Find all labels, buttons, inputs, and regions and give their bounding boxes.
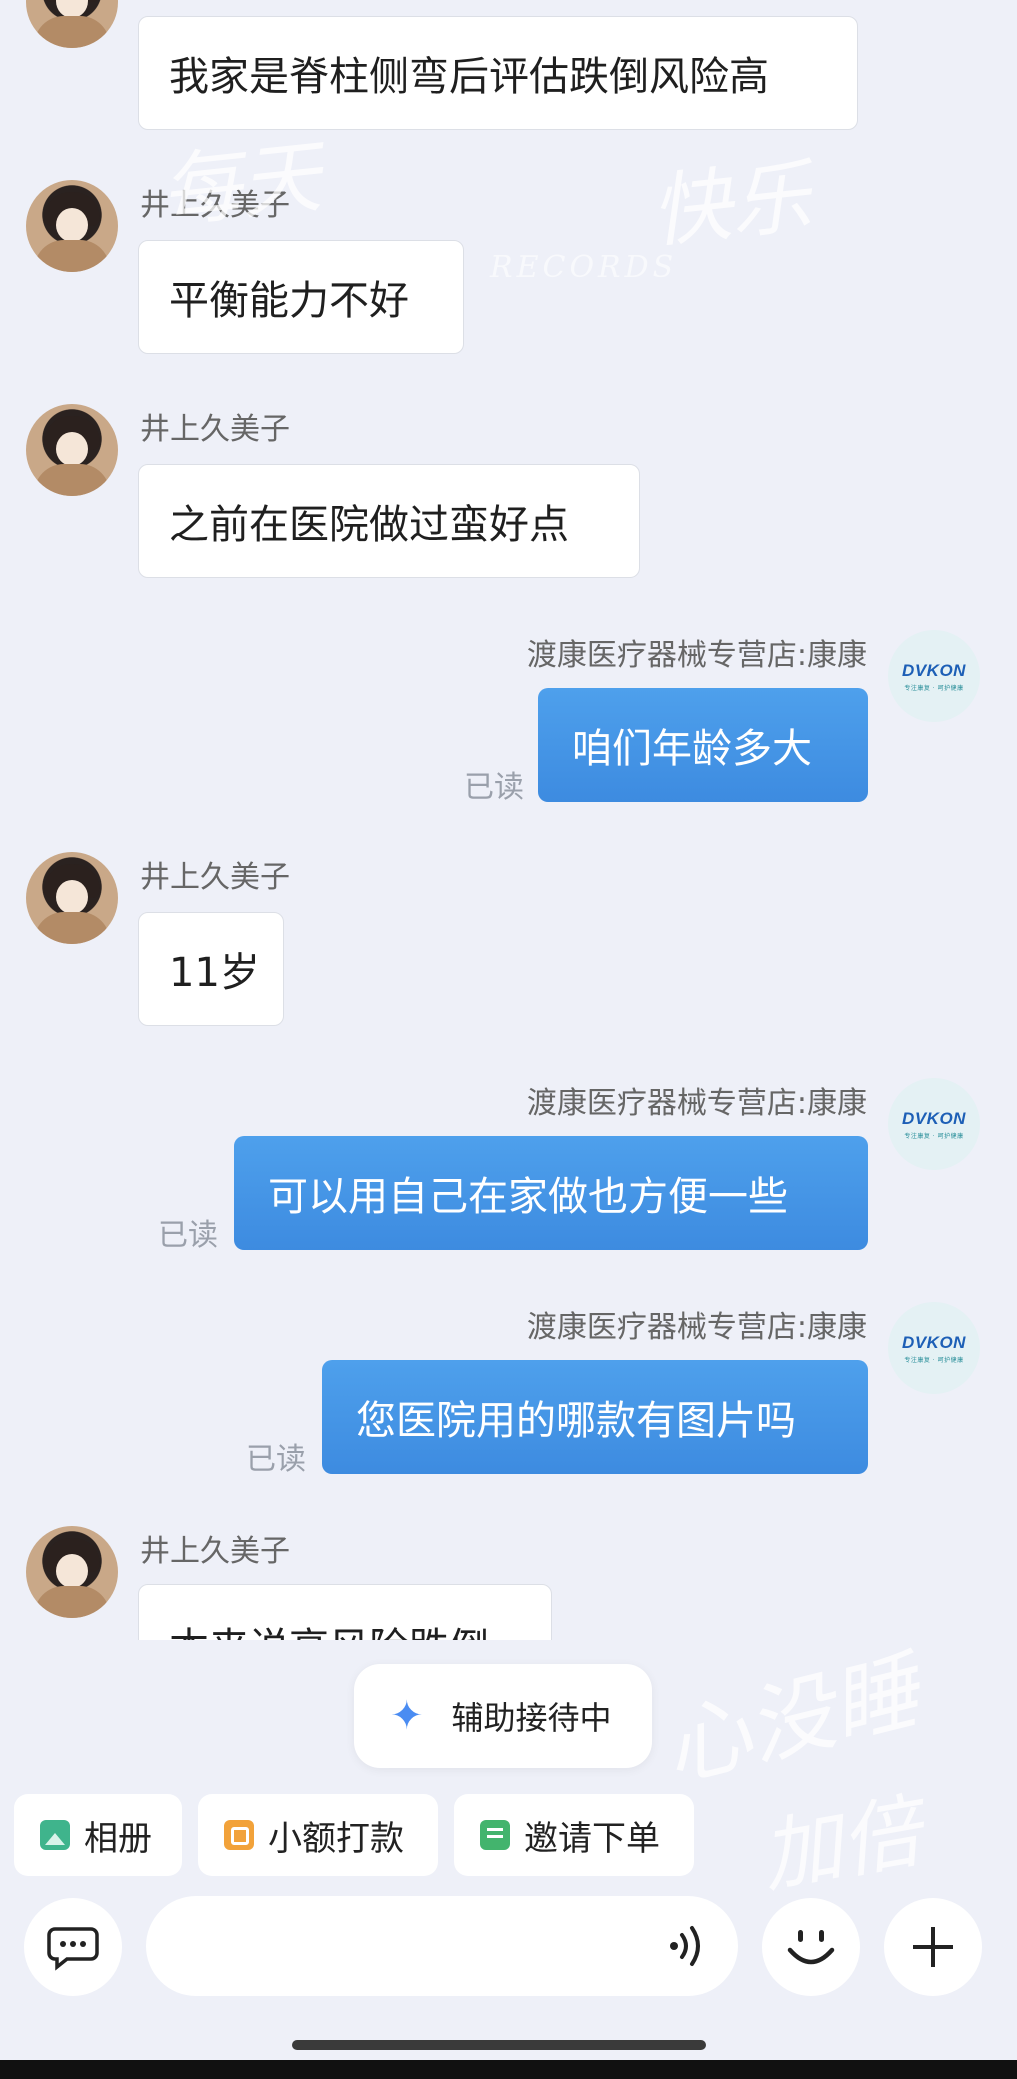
assistant-reception-button[interactable]: ✦ 辅助接待中 <box>354 1664 652 1768</box>
bottom-edge <box>0 2060 1017 2079</box>
read-status: 已读 <box>246 1442 306 1477</box>
message-text: 咱们年龄多大 <box>572 726 812 772</box>
input-bar <box>0 1896 1017 2020</box>
user-avatar[interactable] <box>26 180 118 272</box>
shop-logo: DVKON <box>902 1332 966 1352</box>
message-bubble[interactable]: 可以用自己在家做也方便一些 <box>234 1136 868 1250</box>
shop-logo: DVKON <box>902 660 966 680</box>
sender-name: 渡康医疗器械专营店:康康 <box>526 1086 867 1121</box>
quick-action-label: 邀请下单 <box>524 1818 660 1859</box>
message-text: 之前在医院做过蛮好点 <box>169 502 569 548</box>
message-text: 11岁 <box>169 950 260 996</box>
sender-name: 井上久美子 <box>140 412 290 447</box>
home-indicator[interactable] <box>292 2040 706 2050</box>
watermark: 快乐 <box>646 149 816 260</box>
message-input[interactable] <box>146 1896 738 1996</box>
watermark: RECORDS <box>490 250 678 285</box>
chat-area[interactable]: 我家是脊柱侧弯后评估跌倒风险高 井上久美子 平衡能力不好 井上久美子 之前在医院… <box>0 0 1017 1640</box>
photo-icon <box>40 1820 70 1850</box>
quick-action-invite-order[interactable]: 邀请下单 <box>454 1794 694 1876</box>
message-bubble[interactable]: 咱们年龄多大 <box>538 688 868 802</box>
shop-avatar[interactable]: DVKON 专注康复 · 呵护健康 <box>888 1302 980 1394</box>
sender-name: 渡康医疗器械专营店:康康 <box>526 638 867 673</box>
sender-name: 井上久美子 <box>140 188 290 223</box>
emoji-button[interactable] <box>762 1898 860 1996</box>
plus-button[interactable] <box>884 1898 982 1996</box>
user-avatar[interactable] <box>26 404 118 496</box>
emoji-icon <box>787 1930 835 1965</box>
watermark: 心没睡 <box>653 1641 929 1801</box>
sender-name: 井上久美子 <box>140 860 290 895</box>
message-text: 我家是脊柱侧弯后评估跌倒风险高 <box>169 54 769 100</box>
message-text: 您医院用的哪款有图片吗 <box>356 1398 796 1444</box>
voice-icon[interactable] <box>668 1923 708 1969</box>
chat-mode-button[interactable] <box>24 1898 122 1996</box>
quick-action-album[interactable]: 相册 <box>14 1794 182 1876</box>
shop-logo-sub: 专注康复 · 呵护健康 <box>904 684 964 692</box>
sender-name: 渡康医疗器械专营店:康康 <box>526 1310 867 1345</box>
message-text: 本来说高风险跌倒 <box>169 1615 489 1640</box>
quick-action-label: 相册 <box>84 1818 152 1859</box>
assistant-label: 辅助接待中 <box>451 1699 612 1737</box>
invite-icon <box>480 1820 510 1850</box>
message-text: 平衡能力不好 <box>169 278 409 324</box>
payment-icon <box>224 1820 254 1850</box>
message-text: 可以用自己在家做也方便一些 <box>268 1174 788 1220</box>
shop-logo: DVKON <box>902 1108 966 1128</box>
message-bubble[interactable]: 您医院用的哪款有图片吗 <box>322 1360 868 1474</box>
quick-action-label: 小额打款 <box>268 1818 404 1859</box>
sparkle-icon: ✦ <box>390 1693 424 1739</box>
quick-action-small-payment[interactable]: 小额打款 <box>198 1794 438 1876</box>
shop-avatar[interactable]: DVKON 专注康复 · 呵护健康 <box>888 1078 980 1170</box>
message-bubble[interactable]: 本来说高风险跌倒 <box>138 1584 552 1640</box>
shop-logo-sub: 专注康复 · 呵护健康 <box>904 1132 964 1140</box>
plus-icon <box>913 1927 953 1967</box>
message-bubble[interactable]: 平衡能力不好 <box>138 240 464 354</box>
chat-bubble-icon <box>47 1927 99 1971</box>
user-avatar[interactable] <box>26 852 118 944</box>
message-bubble[interactable]: 之前在医院做过蛮好点 <box>138 464 640 578</box>
watermark: 每天 <box>156 129 326 240</box>
shop-logo-sub: 专注康复 · 呵护健康 <box>904 1356 964 1364</box>
read-status: 已读 <box>464 770 524 805</box>
message-bubble[interactable]: 11岁 <box>138 912 284 1026</box>
user-avatar[interactable] <box>26 1526 118 1618</box>
read-status: 已读 <box>158 1218 218 1253</box>
message-bubble[interactable]: 我家是脊柱侧弯后评估跌倒风险高 <box>138 16 858 130</box>
shop-avatar[interactable]: DVKON 专注康复 · 呵护健康 <box>888 630 980 722</box>
watermark: 加倍 <box>754 1784 928 1905</box>
user-avatar[interactable] <box>26 0 118 48</box>
sender-name: 井上久美子 <box>140 1534 290 1569</box>
